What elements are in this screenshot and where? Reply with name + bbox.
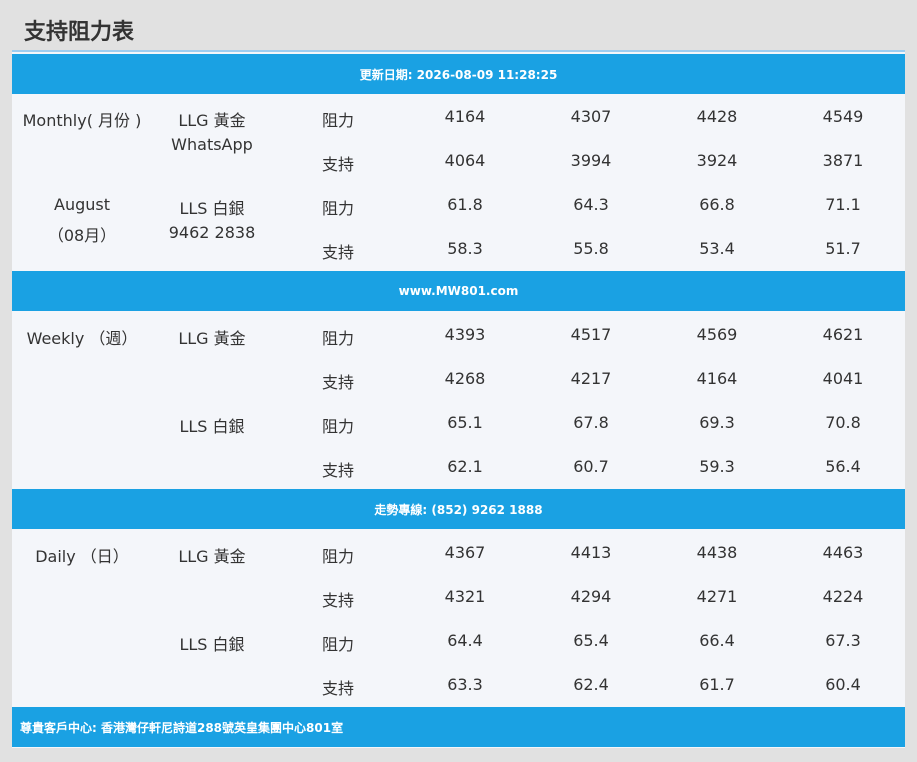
value-cell: 64.3 <box>573 195 609 214</box>
value-cell: 60.7 <box>573 457 609 476</box>
monthly-llg-support-label: 支持 <box>321 155 354 174</box>
value-cell: 4549 <box>822 107 864 126</box>
value-cell: 4367 <box>444 543 486 562</box>
value-cell: 66.8 <box>699 195 735 214</box>
hotline-text: 走勢專線: (852) 9262 1888 <box>374 502 543 517</box>
value-cell: 4413 <box>570 543 612 562</box>
weekly-lls-support-label: 支持 <box>321 461 354 480</box>
value-cell: 63.3 <box>447 675 483 694</box>
value-cell: 4428 <box>696 107 738 126</box>
value-cell: 62.4 <box>573 675 609 694</box>
value-cell: 69.3 <box>699 413 735 432</box>
value-cell: 67.3 <box>825 631 861 650</box>
value-cell: 65.4 <box>573 631 609 650</box>
monthly-month-label: August <box>54 195 110 214</box>
updated-date-text: 更新日期: 2026-08-09 11:28:25 <box>359 67 558 82</box>
hotline-bar: 走勢專線: (852) 9262 1888 <box>12 489 905 529</box>
monthly-lls-label: LLS 白銀 <box>179 199 245 218</box>
weekly-llg-support-label: 支持 <box>321 373 354 392</box>
daily-lls-resistance-label: 阻力 <box>321 635 354 654</box>
value-cell: 4164 <box>444 107 486 126</box>
monthly-whatsapp-label: WhatsApp <box>171 135 253 154</box>
daily-period-label: Daily （日） <box>35 547 129 566</box>
value-cell: 56.4 <box>825 457 861 476</box>
value-cell: 4438 <box>696 543 738 562</box>
updated-date-bar: 更新日期: 2026-08-09 11:28:25 <box>12 54 905 94</box>
value-cell: 59.3 <box>699 457 735 476</box>
value-cell: 53.4 <box>699 239 735 258</box>
weekly-lls-label: LLS 白銀 <box>179 417 245 436</box>
support-resistance-table: 更新日期: 2026-08-09 11:28:25 Monthly( 月份 ) … <box>12 50 905 748</box>
value-cell: 64.4 <box>447 631 483 650</box>
monthly-lls-resistance-label: 阻力 <box>321 199 354 218</box>
value-cell: 65.1 <box>447 413 483 432</box>
daily-llg-resistance-label: 阻力 <box>321 547 354 566</box>
monthly-phone-label: 9462 2838 <box>168 223 256 242</box>
monthly-llg-label: LLG 黃金 <box>178 111 246 130</box>
value-cell: 60.4 <box>825 675 861 694</box>
value-cell: 4041 <box>822 369 864 388</box>
value-cell: 66.4 <box>699 631 735 650</box>
value-cell: 3871 <box>822 151 864 170</box>
value-cell: 4321 <box>444 587 486 606</box>
address-text: 尊貴客戶中心: 香港灣仔軒尼詩道288號英皇集團中心801室 <box>20 720 344 735</box>
value-cell: 62.1 <box>447 457 483 476</box>
value-cell: 61.8 <box>447 195 483 214</box>
value-cell: 4621 <box>822 325 864 344</box>
daily-llg-support-label: 支持 <box>321 591 354 610</box>
value-cell: 4164 <box>696 369 738 388</box>
daily-llg-label: LLG 黃金 <box>178 547 246 566</box>
monthly-period-label: Monthly( 月份 ) <box>22 111 142 130</box>
value-cell: 61.7 <box>699 675 735 694</box>
value-cell: 67.8 <box>573 413 609 432</box>
value-cell: 51.7 <box>825 239 861 258</box>
monthly-month-cn-label: （08月） <box>47 226 117 245</box>
value-cell: 4217 <box>570 369 612 388</box>
daily-lls-support-label: 支持 <box>321 679 354 698</box>
value-cell: 4224 <box>822 587 864 606</box>
value-cell: 4064 <box>444 151 486 170</box>
value-cell: 4268 <box>444 369 486 388</box>
website-link[interactable]: www.MW801.com <box>399 284 519 298</box>
value-cell: 4569 <box>696 325 738 344</box>
value-cell: 4307 <box>570 107 612 126</box>
value-cell: 4271 <box>696 587 738 606</box>
weekly-llg-label: LLG 黃金 <box>178 329 246 348</box>
weekly-lls-resistance-label: 阻力 <box>321 417 354 436</box>
value-cell: 4463 <box>822 543 864 562</box>
value-cell: 70.8 <box>825 413 861 432</box>
value-cell: 4517 <box>570 325 612 344</box>
monthly-llg-resistance-label: 阻力 <box>321 111 354 130</box>
value-cell: 4294 <box>570 587 612 606</box>
value-cell: 55.8 <box>573 239 609 258</box>
address-bar: 尊貴客戶中心: 香港灣仔軒尼詩道288號英皇集團中心801室 <box>12 707 905 747</box>
daily-lls-label: LLS 白銀 <box>179 635 245 654</box>
value-cell: 3994 <box>570 151 612 170</box>
value-cell: 71.1 <box>825 195 861 214</box>
monthly-lls-support-label: 支持 <box>321 243 354 262</box>
website-bar: www.MW801.com <box>12 271 905 311</box>
value-cell: 4393 <box>444 325 486 344</box>
value-cell: 58.3 <box>447 239 483 258</box>
weekly-period-label: Weekly （週） <box>26 329 138 348</box>
page-title: 支持阻力表 <box>24 20 135 45</box>
weekly-llg-resistance-label: 阻力 <box>321 329 354 348</box>
value-cell: 3924 <box>696 151 738 170</box>
